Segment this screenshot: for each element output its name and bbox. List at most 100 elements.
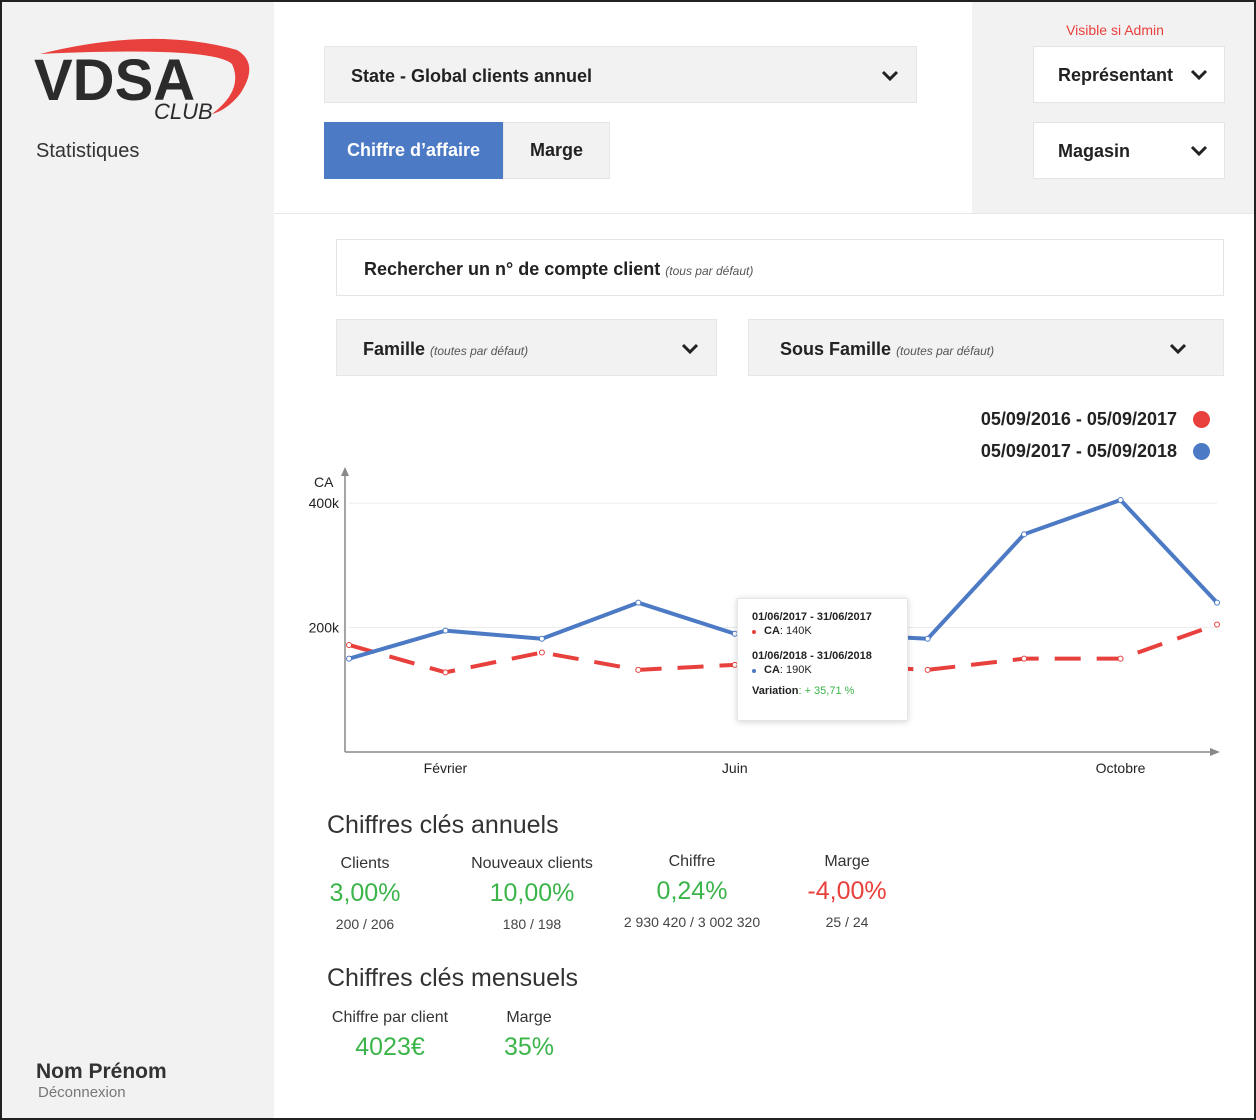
x-tick-label: Octobre: [1096, 760, 1146, 776]
sidebar: VDSA CLUB Statistiques Nom Prénom Déconn…: [2, 2, 274, 1118]
legend-dot-red: [1193, 411, 1210, 428]
kpi-label: Marge: [506, 1009, 552, 1026]
tooltip-ca-1-label: CA: [764, 625, 780, 637]
admin-panel: Visible si Admin Représentant Magasin: [972, 2, 1254, 213]
kpi-sub: 2 930 420 / 3 002 320: [623, 914, 761, 930]
client-account-search-input[interactable]: Rechercher un n° de compte client (tous …: [336, 239, 1224, 296]
search-label-text: Rechercher un n° de compte client: [364, 259, 661, 279]
kpi-value: 3,00%: [329, 879, 401, 907]
tooltip-variation-value: : + 35,71 %: [798, 685, 855, 697]
data-point: [1117, 497, 1124, 503]
kpi-value: 0,24%: [656, 877, 728, 905]
subfamily-select-hint: (toutes par défaut): [896, 344, 995, 358]
tooltip-variation: Variation: + 35,71 %: [752, 685, 907, 697]
family-select-hint: (toutes par défaut): [430, 344, 529, 358]
kpi-value: 4023€: [355, 1033, 425, 1061]
data-point: [346, 655, 352, 662]
tooltip-ca-1-value: : 140K: [779, 625, 812, 637]
kpi-new-clients: Nouveaux clients 10,00% 180 / 198: [462, 855, 602, 932]
x-tick-label: Juin: [722, 760, 748, 776]
family-select[interactable]: Famille (toutes par défaut): [336, 319, 717, 376]
legend-item-series-2[interactable]: 05/09/2017 - 05/09/2018: [981, 441, 1210, 462]
data-point: [924, 635, 931, 642]
tooltip-ca-2: CA: 190K: [752, 664, 907, 676]
logout-link[interactable]: Déconnexion: [38, 1084, 126, 1101]
chart-tooltip: 01/06/2017 - 31/06/2017 CA: 140K 01/06/2…: [737, 598, 908, 721]
representative-select[interactable]: Représentant: [1033, 46, 1225, 103]
kpi-label: Clients: [340, 855, 390, 872]
chevron-down-icon: [1190, 145, 1208, 157]
bullet-red: [752, 630, 756, 634]
header-divider: [274, 213, 1254, 214]
legend-item-series-1[interactable]: 05/09/2016 - 05/09/2017: [981, 409, 1210, 430]
sidebar-section-title: Statistiques: [36, 140, 140, 162]
data-point: [635, 666, 642, 673]
kpi-sub: 200 / 206: [335, 916, 395, 932]
tooltip-ca-2-value: : 190K: [779, 664, 812, 676]
data-point: [538, 649, 545, 656]
family-select-label: Famille: [363, 339, 426, 359]
kpi-value: 35%: [503, 1033, 555, 1061]
kpi-revenue: Chiffre 0,24% 2 930 420 / 3 002 320: [617, 853, 767, 930]
annual-kpi-title: Chiffres clés annuels: [327, 811, 559, 839]
tab-chiffre-affaire[interactable]: Chiffre d’affaire: [324, 122, 503, 179]
kpi-sub: 180 / 198: [502, 916, 562, 932]
kpi-revenue-per-client: Chiffre par client 4023€: [324, 1009, 456, 1062]
data-point: [442, 669, 449, 676]
logo-graphic: VDSA CLUB: [34, 38, 250, 124]
store-select-label: Magasin: [1058, 141, 1131, 161]
tab-marge[interactable]: Marge: [503, 122, 610, 179]
search-label: Rechercher un n° de compte client (tous …: [364, 259, 753, 280]
data-point: [1214, 599, 1220, 606]
data-point: [1214, 621, 1220, 628]
chevron-down-icon: [681, 343, 699, 355]
x-axis-arrow: [1210, 748, 1220, 756]
search-hint: (tous par défaut): [665, 264, 754, 278]
report-select-value: State - Global clients annuel: [351, 66, 593, 86]
kpi-value: -4,00%: [807, 877, 887, 905]
kpi-label: Chiffre par client: [331, 1009, 449, 1026]
y-tick-label: 200k: [309, 620, 340, 636]
report-select[interactable]: State - Global clients annuel: [324, 46, 917, 103]
kpi-label: Chiffre: [668, 853, 716, 870]
kpi-value: 10,00%: [489, 879, 575, 907]
admin-visibility-note: Visible si Admin: [1066, 22, 1164, 38]
data-point: [1021, 531, 1028, 538]
tooltip-variation-label: Variation: [752, 685, 799, 697]
legend-label: 05/09/2017 - 05/09/2018: [980, 441, 1177, 461]
data-point: [1021, 655, 1028, 662]
logo-subtext: CLUB: [154, 99, 213, 124]
legend-label: 05/09/2016 - 05/09/2017: [980, 409, 1177, 429]
kpi-monthly-margin: Marge 35%: [494, 1009, 564, 1062]
kpi-margin: Marge -4,00% 25 / 24: [797, 853, 897, 930]
subfamily-select-label: Sous Famille: [780, 339, 892, 359]
y-tick-label: 400k: [309, 495, 340, 511]
vdsa-club-logo[interactable]: VDSA CLUB: [32, 32, 257, 127]
data-point: [538, 635, 545, 642]
user-name: Nom Prénom: [36, 1060, 167, 1083]
kpi-label: Marge: [824, 853, 870, 870]
data-point: [346, 641, 352, 648]
tooltip-ca-2-label: CA: [764, 664, 780, 676]
tooltip-ca-1: CA: 140K: [752, 625, 907, 637]
representative-select-label: Représentant: [1058, 65, 1174, 85]
x-tick-label: Février: [424, 760, 468, 776]
y-axis-label: CA: [314, 474, 334, 490]
kpi-clients: Clients 3,00% 200 / 206: [320, 855, 410, 932]
data-point: [635, 599, 642, 606]
kpi-sub: 25 / 24: [825, 914, 869, 930]
data-point: [1117, 655, 1124, 662]
store-select[interactable]: Magasin: [1033, 122, 1225, 179]
monthly-kpi-title: Chiffres clés mensuels: [327, 964, 579, 992]
chevron-down-icon: [881, 70, 899, 82]
app-frame: VDSA CLUB Statistiques Nom Prénom Déconn…: [0, 0, 1256, 1120]
legend-dot-blue: [1193, 443, 1210, 460]
chevron-down-icon: [1190, 69, 1208, 81]
subfamily-select[interactable]: Sous Famille (toutes par défaut): [748, 319, 1224, 376]
data-point: [442, 627, 449, 634]
tooltip-range-1: 01/06/2017 - 31/06/2017: [752, 611, 872, 623]
y-axis-arrow: [341, 467, 349, 476]
kpi-label: Nouveaux clients: [471, 855, 593, 872]
tooltip-range-2: 01/06/2018 - 31/06/2018: [752, 650, 872, 662]
bullet-blue: [752, 669, 756, 673]
